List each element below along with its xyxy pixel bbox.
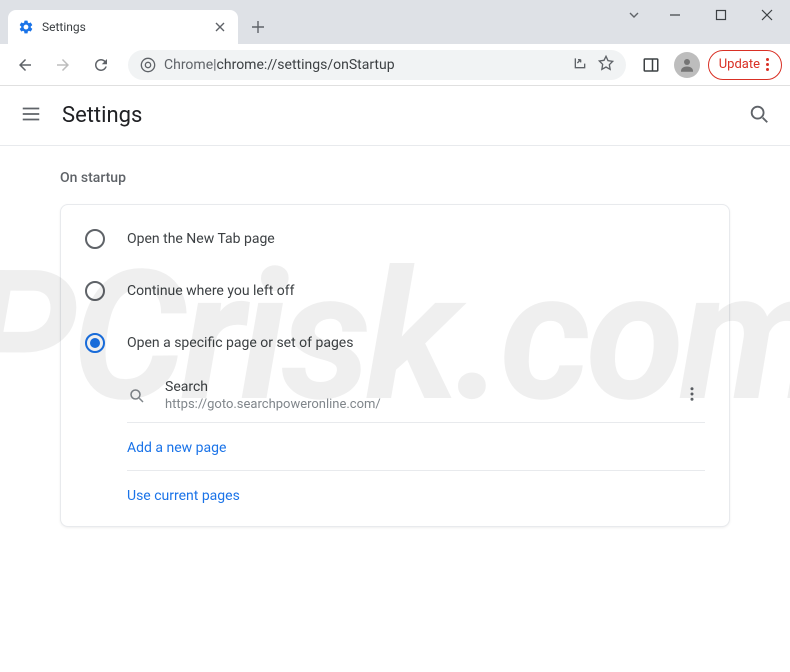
option-specific-pages[interactable]: Open a specific page or set of pages — [61, 317, 729, 369]
update-button[interactable]: Update — [708, 50, 782, 80]
use-current-row[interactable]: Use current pages — [61, 471, 729, 518]
address-bar[interactable]: Chrome | chrome://settings/onStartup — [128, 50, 626, 80]
close-icon[interactable] — [212, 19, 228, 35]
magnifier-icon — [127, 386, 147, 406]
option-new-tab[interactable]: Open the New Tab page — [61, 213, 729, 265]
side-panel-icon[interactable] — [636, 50, 666, 80]
startup-page-url: https://goto.searchpoweronline.com/ — [165, 397, 661, 412]
use-current-link[interactable]: Use current pages — [127, 488, 240, 504]
back-button[interactable] — [8, 48, 42, 82]
browser-tab[interactable]: Settings — [8, 10, 238, 44]
share-icon[interactable] — [572, 55, 588, 75]
reload-button[interactable] — [84, 48, 118, 82]
startup-page-entry: Search https://goto.searchpoweronline.co… — [61, 369, 729, 422]
tab-title: Settings — [42, 20, 204, 34]
section-title: On startup — [60, 170, 730, 186]
update-label: Update — [719, 57, 760, 72]
settings-content: On startup Open the New Tab page Continu… — [0, 146, 790, 551]
chrome-icon — [140, 57, 156, 73]
avatar — [674, 52, 700, 78]
bookmark-icon[interactable] — [598, 55, 614, 75]
search-icon[interactable] — [748, 103, 770, 129]
startup-page-name: Search — [165, 379, 661, 395]
page-title: Settings — [62, 103, 142, 128]
settings-header: Settings — [0, 86, 790, 146]
add-page-link[interactable]: Add a new page — [127, 440, 226, 456]
omnibox-text: Chrome | chrome://settings/onStartup — [164, 57, 395, 73]
minimize-button[interactable] — [652, 0, 698, 30]
profile-button[interactable] — [672, 50, 702, 80]
menu-icon[interactable] — [20, 103, 42, 129]
option-label: Open a specific page or set of pages — [127, 335, 353, 351]
radio-button[interactable] — [85, 229, 105, 249]
radio-button[interactable] — [85, 281, 105, 301]
radio-button[interactable] — [85, 333, 105, 353]
chevron-down-icon[interactable] — [616, 0, 652, 30]
option-label: Continue where you left off — [127, 283, 295, 299]
new-tab-button[interactable] — [244, 13, 272, 41]
add-page-row[interactable]: Add a new page — [61, 423, 729, 470]
option-continue[interactable]: Continue where you left off — [61, 265, 729, 317]
more-icon — [766, 58, 769, 71]
more-options-button[interactable] — [679, 381, 705, 411]
option-label: Open the New Tab page — [127, 231, 275, 247]
close-window-button[interactable] — [744, 0, 790, 30]
forward-button[interactable] — [46, 48, 80, 82]
titlebar: Settings — [0, 0, 790, 44]
maximize-button[interactable] — [698, 0, 744, 30]
toolbar: Chrome | chrome://settings/onStartup Upd… — [0, 44, 790, 86]
window-controls — [616, 0, 790, 44]
startup-card: Open the New Tab page Continue where you… — [60, 204, 730, 527]
gear-icon — [18, 19, 34, 35]
